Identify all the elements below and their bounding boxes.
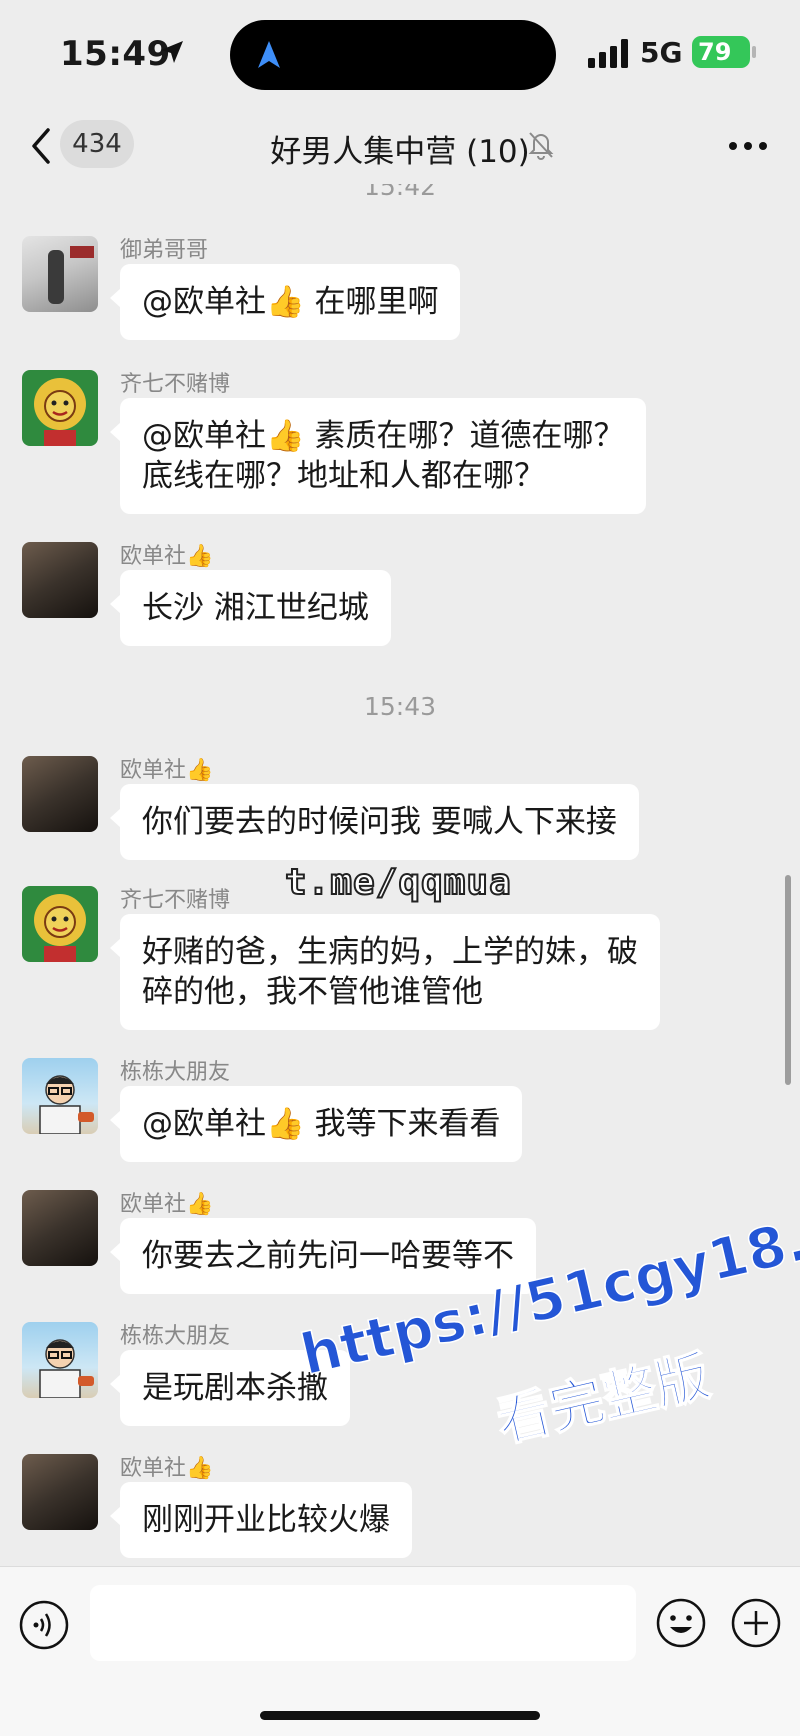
voice-input-icon[interactable] xyxy=(18,1599,70,1651)
deity-avatar-art xyxy=(34,378,86,446)
avatar[interactable] xyxy=(22,1190,98,1266)
timestamp: 15:42 xyxy=(363,184,437,201)
message-bubble[interactable]: @欧单社👍 我等下来看看 xyxy=(109,1086,523,1162)
message-text: @欧单社👍 素质在哪？道德在哪？ xyxy=(142,418,625,454)
telegram-watermark: t.me/qqmua xyxy=(284,861,512,904)
status-bar: 15:49 5G 79 xyxy=(0,0,800,110)
chat-header: 434 好男人集中营 (10) xyxy=(0,110,800,184)
message-text: 好赌的爸，生病的妈，上学的妹，破 xyxy=(142,934,638,970)
message-bubble[interactable]: 长沙 湘江世纪城 xyxy=(110,570,391,646)
cellular-signal-icon xyxy=(588,39,628,68)
message-bubble[interactable]: @欧单社👍 在哪里啊 xyxy=(109,264,461,340)
cartoon-avatar-art xyxy=(39,1075,94,1134)
deity-avatar-art xyxy=(34,894,86,962)
home-indicator[interactable] xyxy=(260,1711,540,1720)
sender-name: 欧单社👍 xyxy=(120,1456,214,1481)
avatar[interactable] xyxy=(22,236,98,312)
avatar[interactable] xyxy=(22,886,98,962)
battery-level: 79 xyxy=(698,38,732,66)
sender-name: 栋栋大朋友 xyxy=(120,1060,231,1085)
input-bar xyxy=(0,1566,800,1736)
sender-name: 齐七不赌博 xyxy=(120,372,231,397)
status-time: 15:49 xyxy=(60,34,171,74)
message-input[interactable] xyxy=(90,1585,636,1661)
message-bubble[interactable]: @欧单社👍 素质在哪？道德在哪？ 底线在哪？地址和人都在哪？ xyxy=(109,398,647,514)
network-type: 5G xyxy=(640,36,683,69)
dynamic-island xyxy=(230,20,556,90)
cartoon-avatar-art xyxy=(39,1339,94,1398)
sender-name: 欧单社👍 xyxy=(120,544,214,569)
message-text: 刚刚开业比较火爆 xyxy=(142,1502,390,1538)
plus-icon[interactable] xyxy=(730,1597,782,1649)
scrollbar[interactable] xyxy=(785,875,791,1085)
message-bubble[interactable]: 好赌的爸，生病的妈，上学的妹，破 碎的他，我不管他谁管他 xyxy=(110,914,660,1030)
message-bubble[interactable]: 刚刚开业比较火爆 xyxy=(110,1482,412,1558)
message-text: 你们要去的时候问我 要喊人下来接 xyxy=(142,804,617,840)
sender-name: 欧单社👍 xyxy=(120,1192,214,1217)
navigation-app-icon xyxy=(258,41,280,68)
avatar[interactable] xyxy=(22,542,98,618)
message-bubble[interactable]: 你们要去的时候问我 要喊人下来接 xyxy=(110,784,639,860)
sender-name: 齐七不赌博 xyxy=(120,888,231,913)
sender-name: 栋栋大朋友 xyxy=(120,1324,231,1349)
avatar[interactable] xyxy=(22,756,98,832)
location-arrow-icon xyxy=(161,41,183,63)
message-text: 底线在哪？地址和人都在哪？ xyxy=(142,458,545,494)
message-text: @欧单社👍 我等下来看看 xyxy=(142,1106,501,1142)
chat-title: 好男人集中营 (10) xyxy=(270,134,530,170)
battery-cap xyxy=(752,46,756,58)
sender-name: 欧单社👍 xyxy=(120,758,214,783)
avatar[interactable] xyxy=(22,370,98,446)
message-text: @欧单社👍 在哪里啊 xyxy=(142,284,439,320)
emoji-icon[interactable] xyxy=(655,1597,707,1649)
message-text: 碎的他，我不管他谁管他 xyxy=(142,974,483,1010)
timestamp: 15:43 xyxy=(363,692,437,721)
sender-name: 御弟哥哥 xyxy=(120,238,209,263)
battery-indicator: 79 xyxy=(692,36,750,68)
avatar[interactable] xyxy=(22,1322,98,1398)
message-text: 你要去之前先问一哈要等不 xyxy=(142,1238,514,1274)
avatar[interactable] xyxy=(22,1058,98,1134)
mute-bell-icon xyxy=(528,132,554,160)
message-text: 长沙 湘江世纪城 xyxy=(142,590,369,626)
avatar[interactable] xyxy=(22,1454,98,1530)
more-options-icon[interactable] xyxy=(728,140,768,152)
message-text: 是玩剧本杀撒 xyxy=(142,1370,328,1406)
